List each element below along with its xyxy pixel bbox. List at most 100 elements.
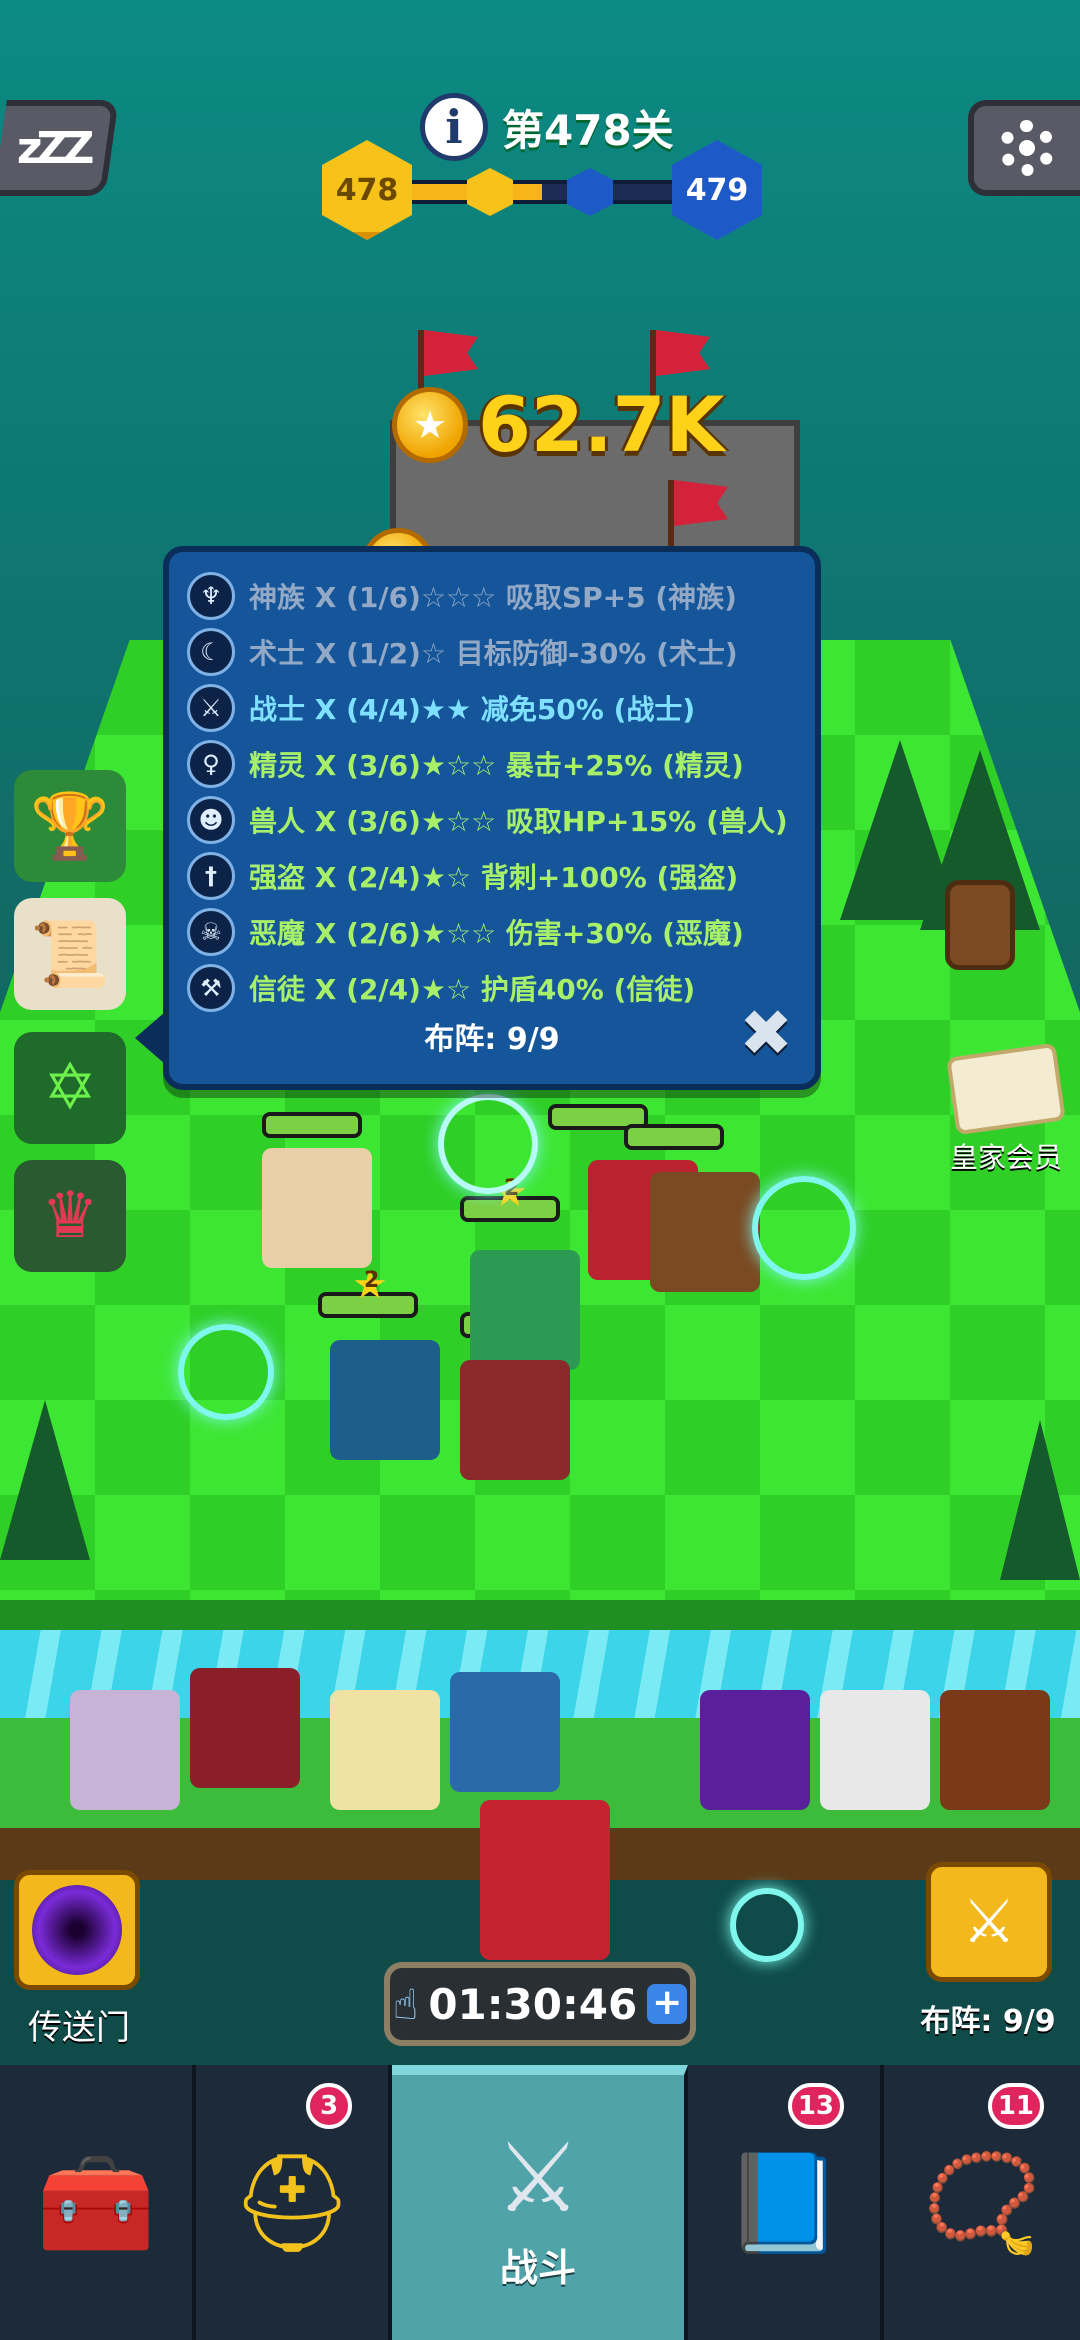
synergy-text: 术士 X (1/2)☆ 目标防御-30% (术士) <box>249 637 738 670</box>
viking-helmet-icon: ⛑ <box>231 2146 353 2259</box>
reward-amount: 62.7K <box>478 380 725 469</box>
orc-icon: ☻ <box>187 796 235 844</box>
leaderboard-button[interactable]: 🏆 <box>14 770 126 882</box>
empty-slot-ring[interactable] <box>178 1324 274 1420</box>
formation-hero-icon: ⚔ <box>926 1862 1052 1982</box>
hammer-icon: ⚒ <box>187 964 235 1012</box>
synergy-text: 兽人 X (3/6)★☆☆ 吸取HP+15% (兽人) <box>249 805 788 838</box>
close-icon[interactable]: ✖ <box>735 1002 797 1068</box>
crossed-swords-icon: ⚔ <box>494 2122 582 2234</box>
level-progress: 478 479 <box>322 140 762 240</box>
demon-icon: ☠ <box>187 908 235 956</box>
unit-star-badge: ★ 2 <box>352 1262 388 1308</box>
progress-marker-blue <box>567 168 613 216</box>
synergy-text: 恶魔 X (2/6)★☆☆ 伤害+30% (恶魔) <box>249 917 744 950</box>
synergy-text: 战士 X (4/4)★★ 减免50% (战士) <box>249 693 696 726</box>
synergy-row: † 强盗 X (2/4)★☆ 背刺+100% (强盗) <box>187 848 797 904</box>
synergy-row: ⚔ 战士 X (4/4)★★ 减免50% (战士) <box>187 680 797 736</box>
spellbook-icon: 📘 <box>724 2146 844 2259</box>
unit-warrior[interactable] <box>262 1148 372 1268</box>
timer-value: 01:30:46 <box>428 1979 638 2029</box>
barrel <box>945 880 1015 970</box>
synergy-list: ♆ 神族 X (1/6)☆☆☆ 吸取SP+5 (神族) ☾ 术士 X (1/2)☆ 目… <box>187 568 797 1016</box>
bench-unit[interactable] <box>940 1690 1050 1810</box>
panel-formation-count: 布阵: 9/9 <box>424 1022 560 1057</box>
tab-heroes[interactable]: ⛑ 3 <box>196 2065 392 2340</box>
treasure-chest-icon: 🧰 <box>36 2146 156 2259</box>
synergy-text: 强盗 X (2/4)★☆ 背刺+100% (强盗) <box>249 861 739 894</box>
formation-count-label: 布阵: 9/9 <box>920 2004 1056 2039</box>
bench-unit[interactable] <box>190 1668 300 1788</box>
synergy-row: ☻ 兽人 X (3/6)★☆☆ 吸取HP+15% (兽人) <box>187 792 797 848</box>
unit-orc[interactable] <box>650 1172 760 1292</box>
game-scene: ★ 62.7K ★ zZZ i 第478关 478 479 🏆 📜 ✡ ♛ ★2… <box>0 0 1080 2340</box>
empty-slot-ring[interactable] <box>730 1888 804 1962</box>
portal-icon <box>14 1870 140 1990</box>
royal-card-icon <box>946 1042 1066 1136</box>
unit-elf[interactable] <box>470 1250 580 1370</box>
synergy-row: ♀ 精灵 X (3/6)★☆☆ 暴击+25% (精灵) <box>187 736 797 792</box>
progress-track <box>402 180 682 204</box>
synergy-row: ☾ 术士 X (1/2)☆ 目标防御-30% (术士) <box>187 624 797 680</box>
reward-banner: ★ 62.7K <box>392 380 724 469</box>
empty-slot-ring[interactable] <box>752 1176 856 1280</box>
amulet-icon: 📿 <box>922 2146 1042 2259</box>
portal-label: 传送门 <box>28 2008 130 2048</box>
plus-icon[interactable]: + <box>647 1984 688 2024</box>
summoned-demon[interactable] <box>480 1800 610 1960</box>
sleep-icon: zZZ <box>17 122 89 174</box>
unit-mage[interactable] <box>330 1340 440 1460</box>
sleep-button[interactable]: zZZ <box>0 100 119 196</box>
unit-health-bar <box>624 1124 724 1150</box>
royal-member-label: 皇家会员 <box>949 1141 1062 1174</box>
next-level-badge: 479 <box>672 140 762 240</box>
notification-badge: 11 <box>987 2083 1044 2129</box>
notification-badge: 13 <box>787 2083 844 2129</box>
gear-icon <box>999 120 1055 176</box>
crown-button[interactable]: ♛ <box>14 1160 126 1272</box>
star-hexagram-button[interactable]: ✡ <box>14 1032 126 1144</box>
notification-badge: 3 <box>306 2083 352 2129</box>
synergy-row: ☠ 恶魔 X (2/6)★☆☆ 伤害+30% (恶魔) <box>187 904 797 960</box>
dagger-icon: † <box>187 852 235 900</box>
bench-unit[interactable] <box>700 1690 810 1810</box>
scroll-icon: 📜 <box>30 917 110 992</box>
portal-button[interactable]: 传送门 <box>14 1870 144 2049</box>
bench-unit[interactable] <box>820 1690 930 1810</box>
synergy-text: 信徒 X (2/4)★☆ 护盾40% (信徒) <box>249 973 696 1006</box>
synergy-text: 精灵 X (3/6)★☆☆ 暴击+25% (精灵) <box>249 749 744 782</box>
tab-battle-label: 战斗 <box>499 2246 576 2290</box>
synergy-panel: ♆ 神族 X (1/6)☆☆☆ 吸取SP+5 (神族) ☾ 术士 X (1/2)☆ 目… <box>135 546 821 1090</box>
unit-health-bar <box>262 1112 362 1138</box>
tap-hand-icon: ☝ <box>392 1979 419 2029</box>
trophy-podium-icon: 🏆 <box>30 789 110 864</box>
tab-amulet[interactable]: 📿 11 <box>884 2065 1080 2340</box>
wings-icon: ♆ <box>187 572 235 620</box>
bottom-tab-bar: 🧰 ⛑ 3 ⚔ 战斗 📘 13 📿 11 <box>0 2065 1080 2340</box>
gold-coin-icon: ★ <box>392 386 468 463</box>
bench-unit[interactable] <box>330 1690 440 1810</box>
red-crest-icon: ♛ <box>41 1179 99 1253</box>
progress-marker-gold <box>467 168 513 216</box>
sword-icon: ⚔ <box>187 684 235 732</box>
warlock-icon: ☾ <box>187 628 235 676</box>
hexagram-icon: ✡ <box>43 1051 97 1125</box>
unit-bandit[interactable] <box>460 1360 570 1480</box>
formation-button[interactable]: ⚔ 布阵: 9/9 <box>908 1862 1068 2040</box>
tab-treasure[interactable]: 🧰 <box>0 2065 196 2340</box>
quest-scroll-button[interactable]: 📜 <box>14 898 126 1010</box>
bench-unit[interactable] <box>70 1690 180 1810</box>
synergy-text: 神族 X (1/6)☆☆☆ 吸取SP+5 (神族) <box>249 581 737 614</box>
elf-icon: ♀ <box>187 740 235 788</box>
settings-button[interactable] <box>968 100 1080 196</box>
battle-timer[interactable]: ☝ 01:30:46 + <box>384 1962 696 2046</box>
synergy-row: ♆ 神族 X (1/6)☆☆☆ 吸取SP+5 (神族) <box>187 568 797 624</box>
board-edge <box>0 1600 1080 1630</box>
royal-member-button[interactable]: 皇家会员 <box>946 1042 1066 1176</box>
synergy-row: ⚒ 信徒 X (2/4)★☆ 护盾40% (信徒) <box>187 960 797 1016</box>
bench-unit[interactable] <box>450 1672 560 1792</box>
tab-battle[interactable]: ⚔ 战斗 <box>392 2065 688 2340</box>
tab-spellbook[interactable]: 📘 13 <box>688 2065 884 2340</box>
current-level-badge: 478 <box>322 140 412 240</box>
selected-slot-ring[interactable] <box>438 1094 538 1194</box>
